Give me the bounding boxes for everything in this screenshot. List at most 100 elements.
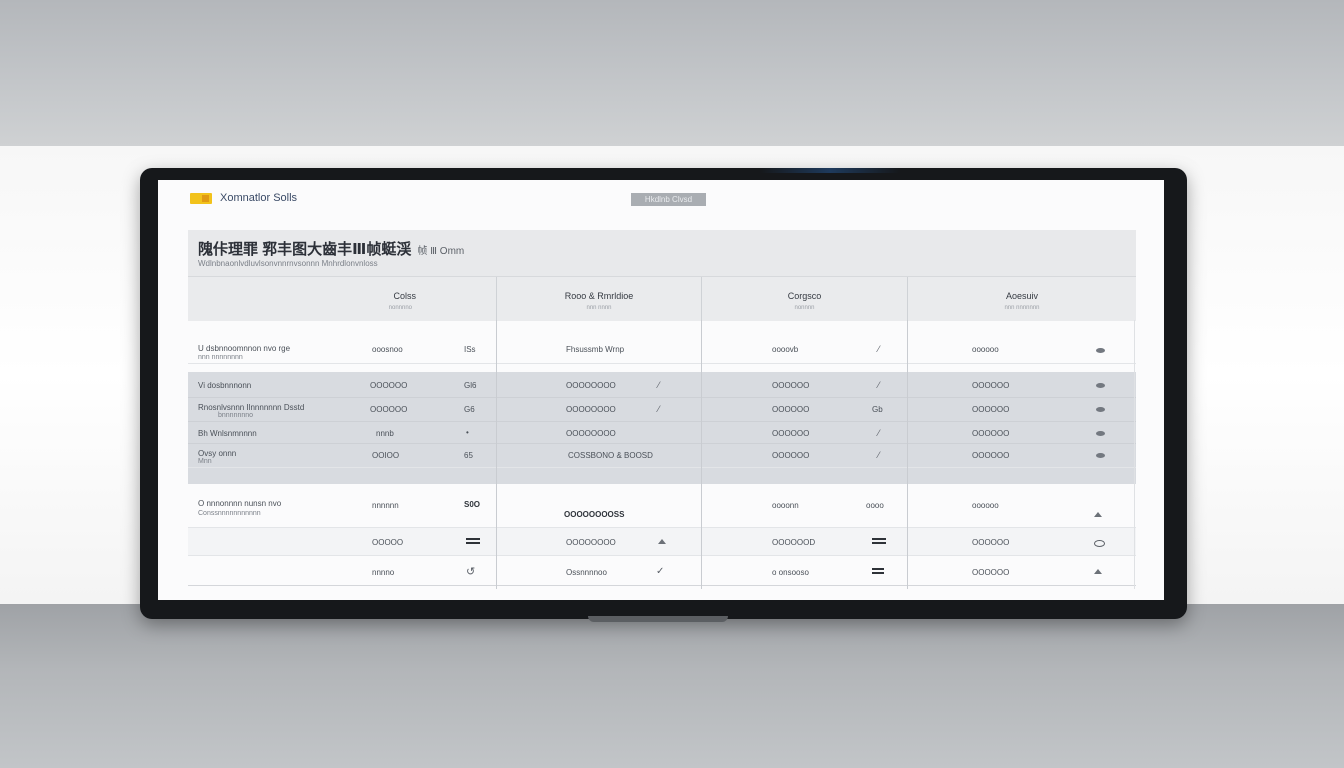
- row-name: Rnosnlvsnnn Ilnnnnnnn Dsstd: [198, 403, 305, 412]
- column-header-sub: nnn nnnn: [586, 305, 612, 311]
- row-value: OOOOOOOOSS: [564, 510, 625, 519]
- row-value: •: [466, 428, 469, 437]
- table-row[interactable]: Rnosnlvsnnn Ilnnnnnnn Dsstd bnnnnnnno OO…: [188, 398, 1136, 422]
- column-header-room[interactable]: Rooo & Rmrldioe nnn nnnn: [496, 277, 701, 321]
- status-dot-icon: [1096, 348, 1105, 353]
- edit-icon[interactable]: ⁄: [878, 344, 880, 354]
- refresh-icon[interactable]: ↺: [466, 565, 475, 578]
- sort-up-icon[interactable]: [658, 539, 666, 544]
- data-table: Colss nonnnno Rooo & Rmrldioe nnn nnnn C…: [188, 276, 1136, 589]
- row-value: OOOOOOOO: [566, 429, 616, 438]
- menu-bars-icon[interactable]: [466, 538, 480, 544]
- column-divider: [701, 320, 702, 589]
- page-header: 隗佧理罪 郛丰图大齒丰Ⅲ帧蜓渓帧 Ⅲ Omm Wdlnbnaonlvdluvls…: [188, 230, 1136, 276]
- row-value: OOOOOO: [772, 451, 810, 460]
- row-value: OOOOOO: [370, 381, 408, 390]
- background-bottom: [0, 604, 1344, 768]
- status-dot-icon: [1096, 431, 1105, 436]
- edit-icon[interactable]: ⁄: [658, 404, 660, 414]
- check-icon[interactable]: ✓: [656, 566, 664, 577]
- row-sub: Conssnnnnnnnnnnn: [198, 510, 261, 517]
- row-value: OOOOOO: [972, 429, 1010, 438]
- header-badge[interactable]: Hkdlnb Clvsd: [631, 193, 706, 206]
- row-name: O nnnonnnn nunsn nvo: [198, 499, 282, 508]
- row-value: OOOOOOOO: [566, 538, 616, 547]
- app-header: Xomnatlor Solls Hkdlnb Clvsd: [158, 180, 1164, 220]
- column-header-colss[interactable]: Colss nonnnno: [188, 277, 496, 321]
- edit-icon[interactable]: ⁄: [878, 380, 880, 390]
- table-header: Colss nonnnno Rooo & Rmrldioe nnn nnnn C…: [188, 276, 1136, 321]
- row-sub: bnnnnnnno: [218, 412, 254, 419]
- row-value: ooosnoo: [372, 345, 403, 354]
- monitor: Xomnatlor Solls Hkdlnb Clvsd 隗佧理罪 郛丰图大齒丰…: [140, 168, 1187, 619]
- menu-bars-icon[interactable]: [872, 538, 886, 544]
- column-header-label: Aoesuiv: [1005, 291, 1039, 301]
- row-name: Bh Wnlsnmnnnn: [198, 429, 257, 438]
- column-header-label: Rooo & Rmrldioe: [564, 291, 634, 301]
- edit-icon[interactable]: ⁄: [878, 428, 880, 438]
- row-value: oooonn: [772, 501, 799, 510]
- sort-up-icon[interactable]: [1094, 569, 1102, 574]
- row-value: OOOOO: [372, 538, 404, 547]
- printer-icon[interactable]: [872, 568, 884, 574]
- page-subtitle: Wdlnbnaonlvdluvlsonvnnrnvsonnn Mnhrdlonv…: [198, 259, 378, 268]
- table-row[interactable]: U dsbnnoomnnon nvo rge nnn nnnnnnnn ooos…: [188, 336, 1136, 364]
- column-divider: [496, 320, 497, 589]
- screen: Xomnatlor Solls Hkdlnb Clvsd 隗佧理罪 郛丰图大齒丰…: [158, 180, 1164, 600]
- table-right-border: [1134, 320, 1135, 589]
- table-row[interactable]: Ovsy onnn Mnn OOIOO 65 COSSBONO & BOOSD …: [188, 444, 1136, 468]
- row-value: OOOOOO: [772, 429, 810, 438]
- table-row[interactable]: O nnnonnnn nunsn nvo Conssnnnnnnnnnnn nn…: [188, 492, 1136, 528]
- row-sub: Mnn: [198, 458, 212, 465]
- expand-icon[interactable]: [1094, 512, 1102, 517]
- row-value: G6: [464, 405, 475, 414]
- background-top: [0, 0, 1344, 146]
- table-row[interactable]: Bh Wnlsnmnnnn nnnb • OOOOOOOO OOOOOO ⁄ O…: [188, 422, 1136, 444]
- status-dot-icon: [1096, 407, 1105, 412]
- table-row[interactable]: Vi dosbnnnonn OOOOOO Gl6 OOOOOOOO ⁄ OOOO…: [188, 372, 1136, 398]
- row-value: nnnno: [372, 568, 395, 577]
- table-row[interactable]: OOOOO OOOOOOOO OOOOOOD OOOOOO: [188, 528, 1136, 556]
- row-value: OOOOOO: [972, 451, 1010, 460]
- row-value: OOOOOO: [972, 538, 1010, 547]
- row-value: Gl6: [464, 381, 477, 390]
- column-header-sub: nnn nnnnnnn: [1004, 305, 1040, 311]
- row-value: nnnb: [376, 429, 394, 438]
- edit-icon[interactable]: ⁄: [878, 450, 880, 460]
- row-value: OOOOOO: [370, 405, 408, 414]
- row-value: Gb: [872, 405, 883, 414]
- column-header-sub: nonnnn: [794, 305, 815, 311]
- row-value: ISs: [464, 345, 476, 354]
- edit-icon[interactable]: ⁄: [658, 380, 660, 390]
- table-row[interactable]: nnnno ↺ Ossnnnnoo ✓ o onsooso OOOOOO: [188, 556, 1136, 586]
- row-value: S0O: [464, 500, 481, 509]
- column-header-corgsco[interactable]: Corgsco nonnnn: [701, 277, 907, 321]
- row-value: OOOOOOD: [772, 538, 816, 547]
- row-name: U dsbnnoomnnon nvo rge: [198, 344, 291, 353]
- row-sub: nnn nnnnnnnn: [198, 354, 243, 361]
- row-value: OOOOOO: [972, 568, 1010, 577]
- column-header-label: Corgsco: [787, 291, 822, 301]
- row-value: Ossnnnnoo: [566, 568, 607, 577]
- status-dot-icon: [1096, 453, 1105, 458]
- row-value: OOOOOO: [772, 405, 810, 414]
- app-logo-icon: [190, 193, 212, 204]
- row-value: COSSBONO & BOOSD: [568, 451, 653, 460]
- row-value: oooooo: [972, 345, 999, 354]
- row-value: oooo: [866, 501, 884, 510]
- status-dot-icon: [1096, 383, 1105, 388]
- monitor-accent: [760, 168, 900, 173]
- column-header-aoesuiv[interactable]: Aoesuiv nnn nnnnnnn: [907, 277, 1136, 321]
- monitor-stand: [588, 616, 728, 622]
- column-divider: [907, 320, 908, 589]
- row-value: OOOOOOOO: [566, 381, 616, 390]
- column-header-label: Colss: [393, 291, 416, 301]
- row-name: Vi dosbnnnonn: [198, 381, 252, 390]
- row-value: OOOOOOOO: [566, 405, 616, 414]
- row-value: OOOOOO: [972, 381, 1010, 390]
- column-header-sub: nonnnno: [388, 305, 412, 311]
- row-value: Fhsussmb Wrnp: [566, 345, 625, 354]
- row-value: o onsooso: [772, 568, 809, 577]
- row-value: oooovb: [772, 345, 799, 354]
- page-title: 隗佧理罪 郛丰图大齒丰Ⅲ帧蜓渓帧 Ⅲ Omm: [198, 238, 464, 259]
